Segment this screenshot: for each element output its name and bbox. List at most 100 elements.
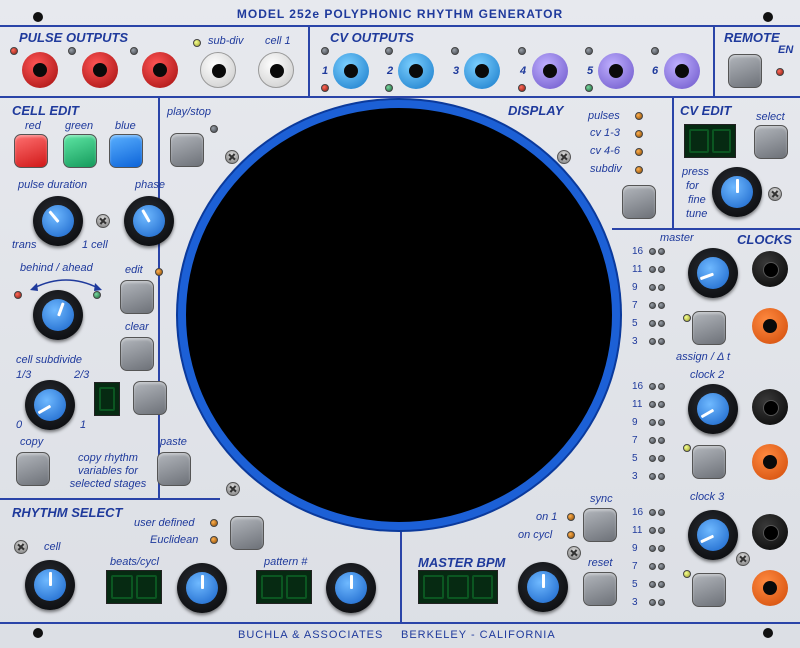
clock-ratio-led [658,383,665,390]
clock3-assign-button[interactable] [692,573,726,607]
clock2-output-jack[interactable] [752,444,788,480]
cv-led [518,47,526,55]
clock2-input-jack[interactable] [752,389,788,425]
pattern-knob[interactable] [326,563,376,613]
subdivide-button[interactable] [133,381,167,415]
footer-right: BERKELEY - CALIFORNIA [401,629,556,641]
pulse-out-jack-1[interactable] [22,52,58,88]
beats-knob[interactable] [177,563,227,613]
display-select-button[interactable] [622,185,656,219]
pulse-duration-knob[interactable] [33,196,83,246]
euclidean-led [210,536,218,544]
remote-led [776,68,784,76]
cv-select-button[interactable] [754,125,788,159]
reset-label: reset [588,557,613,569]
clock3-knob[interactable] [688,510,738,560]
behind-ahead-knob[interactable] [33,290,83,340]
master-clock-output-jack[interactable] [752,308,788,344]
clock-ratio-led [658,284,665,291]
cell-subdivide-knob[interactable] [25,380,75,430]
master-bpm-header: MASTER BPM [418,555,506,570]
remote-en-label: EN [778,44,794,56]
cv-led [651,47,659,55]
master-clock-knob[interactable] [688,248,738,298]
clock2-label: clock 2 [690,369,725,381]
play-stop-button[interactable] [170,133,204,167]
press-label-3: fine [688,194,706,206]
master-clock-label: master [660,232,694,244]
clock-ratio-led [649,599,656,606]
subdiv-out-jack[interactable] [200,52,236,88]
clock-ratio-label: 5 [632,318,638,329]
clock3-input-jack[interactable] [752,514,788,550]
clock-ratio-led [649,401,656,408]
display-subdiv-led [635,166,643,174]
edit-button[interactable] [120,280,154,314]
play-stop-label: play/stop [167,106,212,118]
master-assign-led [683,314,691,322]
press-label-1: press [682,166,709,178]
pulse-duration-label: pulse duration [18,179,88,191]
sync-label: sync [590,493,613,505]
copy-button[interactable] [16,452,50,486]
remote-enable-button[interactable] [728,54,762,88]
cv-out-jack-3[interactable] [464,53,500,89]
blue-button[interactable] [109,134,143,168]
clock-ratio-led [658,338,665,345]
clear-button[interactable] [120,337,154,371]
clock-ratio-led [649,284,656,291]
cv-num-6: 6 [652,65,659,77]
clock3-output-jack[interactable] [752,570,788,606]
edit-label: edit [125,264,143,276]
green-button[interactable] [63,134,97,168]
pulse-out-jack-2[interactable] [82,52,118,88]
user-defined-led [210,519,218,527]
clock-ratio-led [658,509,665,516]
clock-ratio-led [649,473,656,480]
cv-fine-tune-knob[interactable] [712,167,762,217]
display-pulses-label: pulses [588,110,620,122]
cv-edit-digit-display [684,124,736,158]
cv-out-jack-1[interactable] [333,53,369,89]
clock2-knob[interactable] [688,384,738,434]
rhythm-mode-button[interactable] [230,516,264,550]
pattern-digit-display [256,570,312,604]
panel-screw [765,184,785,204]
pulse-out-jack-3[interactable] [142,52,178,88]
master-assign-button[interactable] [692,311,726,345]
clock-ratio-label: 11 [632,399,643,410]
mounting-hole [33,628,43,638]
clock-ratio-led [658,320,665,327]
assign-label: assign / Δ t [676,351,731,363]
cv-led [451,47,459,55]
phase-knob[interactable] [124,196,174,246]
cell-select-knob[interactable] [25,560,75,610]
one-label: 1 [80,419,87,431]
subdivide-digit-display [94,382,120,416]
master-bpm-knob[interactable] [518,562,568,612]
clock-ratio-led [658,266,665,273]
red-button[interactable] [14,134,48,168]
clock2-assign-button[interactable] [692,445,726,479]
divider [0,498,220,500]
ahead-led [93,291,101,299]
cv-out-jack-6[interactable] [664,53,700,89]
clock-ratio-led [658,455,665,462]
cell-select-label: cell [44,541,61,553]
bpm-digit-display [418,570,498,604]
cv-out-jack-5[interactable] [598,53,634,89]
cv-num-1: 1 [322,65,329,77]
cell1-out-jack[interactable] [258,52,294,88]
main-circular-display[interactable] [178,100,620,530]
paste-button[interactable] [157,452,191,486]
sync-button[interactable] [583,508,617,542]
master-clock-input-jack[interactable] [752,251,788,287]
cv-out-jack-4[interactable] [532,53,568,89]
clock-ratio-led [658,248,665,255]
red-label: red [25,120,41,132]
panel-screw [11,537,31,557]
clock-ratio-led [649,248,656,255]
reset-button[interactable] [583,572,617,606]
cv-out-jack-2[interactable] [398,53,434,89]
clock-ratio-led [658,563,665,570]
